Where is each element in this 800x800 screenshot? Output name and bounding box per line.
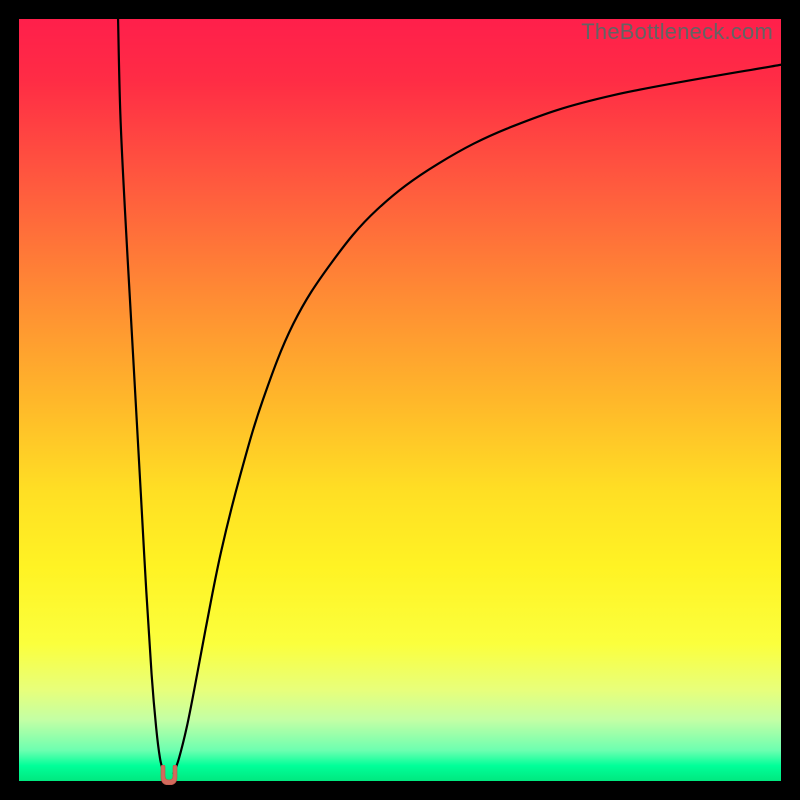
plot-area: TheBottleneck.com [19, 19, 781, 781]
optimum-marker-icon [158, 765, 180, 785]
chart-root: TheBottleneck.com [0, 0, 800, 800]
bottleneck-curve [19, 19, 781, 781]
